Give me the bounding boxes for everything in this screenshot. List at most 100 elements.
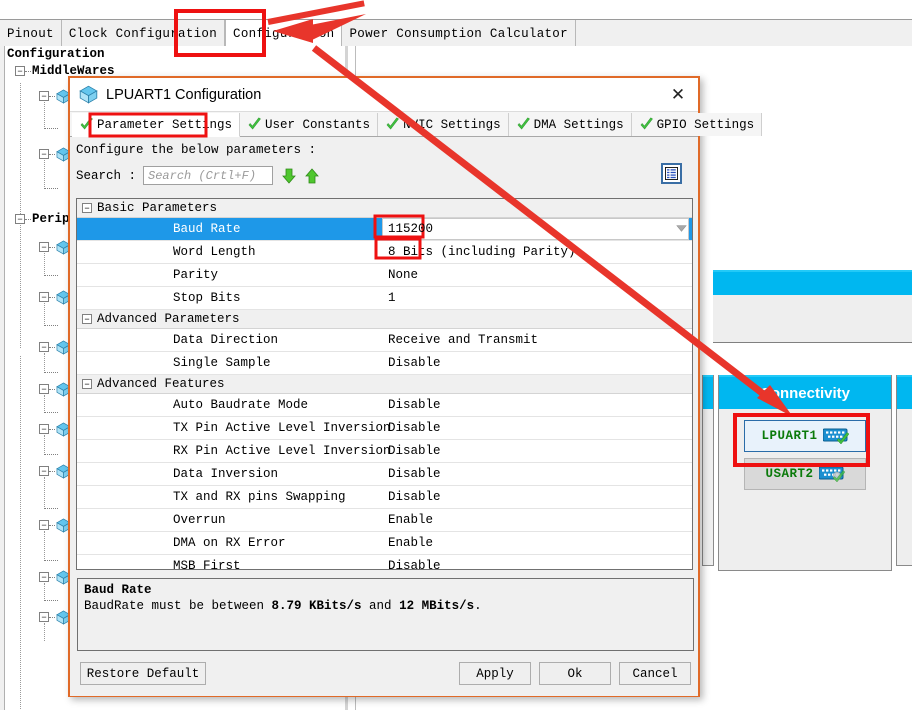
param-row-tx-pin-active-level-inversion[interactable]: TX Pin Active Level Inversion Disable: [77, 417, 692, 440]
restore-default-label: Restore Default: [87, 667, 200, 681]
peripheral-lpuart1[interactable]: LPUART1: [744, 420, 866, 452]
lpuart1-configuration-dialog: LPUART1 Configuration ✕ Parameter Settin…: [68, 76, 700, 697]
param-value-rx-pin-active-level-inversion: Disable: [388, 444, 441, 458]
tab-dma-settings[interactable]: DMA Settings: [509, 113, 632, 136]
tree-expander-mw-child-1[interactable]: −: [39, 91, 49, 101]
category-column-left-partial: [702, 375, 714, 566]
apply-button[interactable]: Apply: [459, 662, 531, 685]
param-row-parity[interactable]: Parity None: [77, 264, 692, 287]
param-name-msb-first: MSB First: [173, 559, 241, 570]
tree-expander-middlewares[interactable]: −: [15, 66, 25, 76]
close-icon[interactable]: ✕: [658, 78, 698, 111]
param-name-word-length: Word Length: [173, 245, 256, 259]
param-name-overrun: Overrun: [173, 513, 226, 527]
tab-clock-configuration[interactable]: Clock Configuration: [62, 20, 225, 47]
param-value-msb-first: Disable: [388, 559, 441, 570]
tree-expander-periph-5[interactable]: −: [39, 424, 49, 434]
search-next-down-icon[interactable]: [282, 168, 296, 184]
tree-expander-periph-9[interactable]: −: [39, 612, 49, 622]
tab-gpio-settings[interactable]: GPIO Settings: [632, 113, 763, 136]
tab-clock-configuration-label: Clock Configuration: [69, 27, 217, 41]
grid-view-toggle-icon[interactable]: [661, 163, 682, 184]
param-row-single-sample[interactable]: Single Sample Disable: [77, 352, 692, 375]
tab-user-constants[interactable]: User Constants: [240, 113, 378, 136]
param-value-parity: None: [388, 268, 418, 282]
peripheral-lpuart1-label: LPUART1: [761, 429, 817, 443]
param-name-tx-and-rx-pins-swapping: TX and RX pins Swapping: [173, 490, 346, 504]
param-name-baud-rate: Baud Rate: [173, 222, 241, 236]
panel-body-area: [713, 295, 912, 343]
param-name-parity: Parity: [173, 268, 218, 282]
ok-label: Ok: [567, 667, 582, 681]
tab-parameter-settings[interactable]: Parameter Settings: [72, 113, 240, 137]
search-input[interactable]: [143, 166, 273, 185]
dialog-title-bar: LPUART1 Configuration ✕: [70, 78, 698, 112]
param-row-stop-bits[interactable]: Stop Bits 1: [77, 287, 692, 310]
close-icon-glyph: ✕: [671, 85, 685, 105]
param-row-msb-first[interactable]: MSB First Disable: [77, 555, 692, 570]
tab-power-consumption-calculator[interactable]: Power Consumption Calculator: [342, 20, 575, 47]
group-collapse-icon[interactable]: −: [82, 314, 92, 324]
configure-hint: Configure the below parameters :: [70, 137, 698, 157]
main-tab-bar[interactable]: Pinout Clock Configuration Configuration…: [0, 19, 912, 48]
param-value-dma-on-rx-error: Enable: [388, 536, 433, 550]
tree-expander-peripherals[interactable]: −: [15, 214, 25, 224]
param-row-baud-rate[interactable]: Baud Rate 115200: [77, 218, 692, 241]
search-label: Search :: [76, 169, 136, 183]
serial-port-icon: [819, 466, 845, 482]
search-prev-up-icon[interactable]: [305, 168, 319, 184]
tab-nvic-settings-label: NVIC Settings: [403, 118, 501, 132]
description-part-5: .: [474, 599, 482, 613]
group-row-basic-parameters[interactable]: − Basic Parameters: [77, 199, 692, 218]
restore-default-button[interactable]: Restore Default: [80, 662, 206, 685]
tree-expander-periph-1[interactable]: −: [39, 242, 49, 252]
param-value-word-length: 8 Bits (including Parity): [388, 245, 576, 259]
tree-expander-periph-7[interactable]: −: [39, 520, 49, 530]
tree-expander-periph-3[interactable]: −: [39, 342, 49, 352]
category-header-partial-right: [897, 375, 912, 409]
tree-expander-periph-2[interactable]: −: [39, 292, 49, 302]
param-row-tx-and-rx-pins-swapping[interactable]: TX and RX pins Swapping Disable: [77, 486, 692, 509]
tree-root-label: Configuration: [5, 46, 345, 61]
param-row-dma-on-rx-error[interactable]: DMA on RX Error Enable: [77, 532, 692, 555]
chevron-down-icon[interactable]: [675, 222, 688, 235]
tree-expander-periph-6[interactable]: −: [39, 466, 49, 476]
category-column-connectivity: Connectivity LPUART1 USART2: [718, 375, 892, 571]
tab-dma-settings-label: DMA Settings: [534, 118, 624, 132]
tab-pinout[interactable]: Pinout: [0, 20, 62, 47]
param-name-auto-baudrate-mode: Auto Baudrate Mode: [173, 398, 308, 412]
param-row-data-direction[interactable]: Data Direction Receive and Transmit: [77, 329, 692, 352]
dialog-tab-bar[interactable]: Parameter Settings User Constants NVIC S…: [70, 112, 698, 137]
connectivity-header: Connectivity: [719, 375, 891, 409]
param-row-rx-pin-active-level-inversion[interactable]: RX Pin Active Level Inversion Disable: [77, 440, 692, 463]
tree-expander-periph-4[interactable]: −: [39, 384, 49, 394]
cancel-button[interactable]: Cancel: [619, 662, 691, 685]
param-row-word-length[interactable]: Word Length 8 Bits (including Parity): [77, 241, 692, 264]
param-name-rx-pin-active-level-inversion: RX Pin Active Level Inversion: [173, 444, 391, 458]
tab-configuration[interactable]: Configuration: [225, 20, 342, 47]
param-row-overrun[interactable]: Overrun Enable: [77, 509, 692, 532]
param-name-data-direction: Data Direction: [173, 333, 278, 347]
peripheral-usart2[interactable]: USART2: [744, 458, 866, 490]
cancel-label: Cancel: [632, 667, 677, 681]
group-collapse-icon[interactable]: −: [82, 379, 92, 389]
group-collapse-icon[interactable]: −: [82, 203, 92, 213]
group-label-advanced-features: Advanced Features: [97, 377, 225, 391]
search-row: Search :: [70, 157, 698, 185]
description-part-4: 12 MBits/s: [399, 599, 474, 613]
tab-bar-filler: [576, 20, 912, 47]
tab-nvic-settings[interactable]: NVIC Settings: [378, 113, 509, 136]
parameter-table[interactable]: − Basic Parameters Baud Rate 115200 Word…: [76, 198, 693, 570]
tree-expander-periph-8[interactable]: −: [39, 572, 49, 582]
tab-user-constants-label: User Constants: [265, 118, 370, 132]
description-text: BaudRate must be between 8.79 KBits/s an…: [84, 599, 687, 613]
param-row-data-inversion[interactable]: Data Inversion Disable: [77, 463, 692, 486]
peripheral-usart2-label: USART2: [765, 467, 813, 481]
group-row-advanced-parameters[interactable]: − Advanced Parameters: [77, 310, 692, 329]
param-name-single-sample: Single Sample: [173, 356, 271, 370]
param-row-auto-baudrate-mode[interactable]: Auto Baudrate Mode Disable: [77, 394, 692, 417]
ok-button[interactable]: Ok: [539, 662, 611, 685]
tree-expander-mw-child-2[interactable]: −: [39, 149, 49, 159]
param-value-data-direction: Receive and Transmit: [388, 333, 538, 347]
group-row-advanced-features[interactable]: − Advanced Features: [77, 375, 692, 394]
